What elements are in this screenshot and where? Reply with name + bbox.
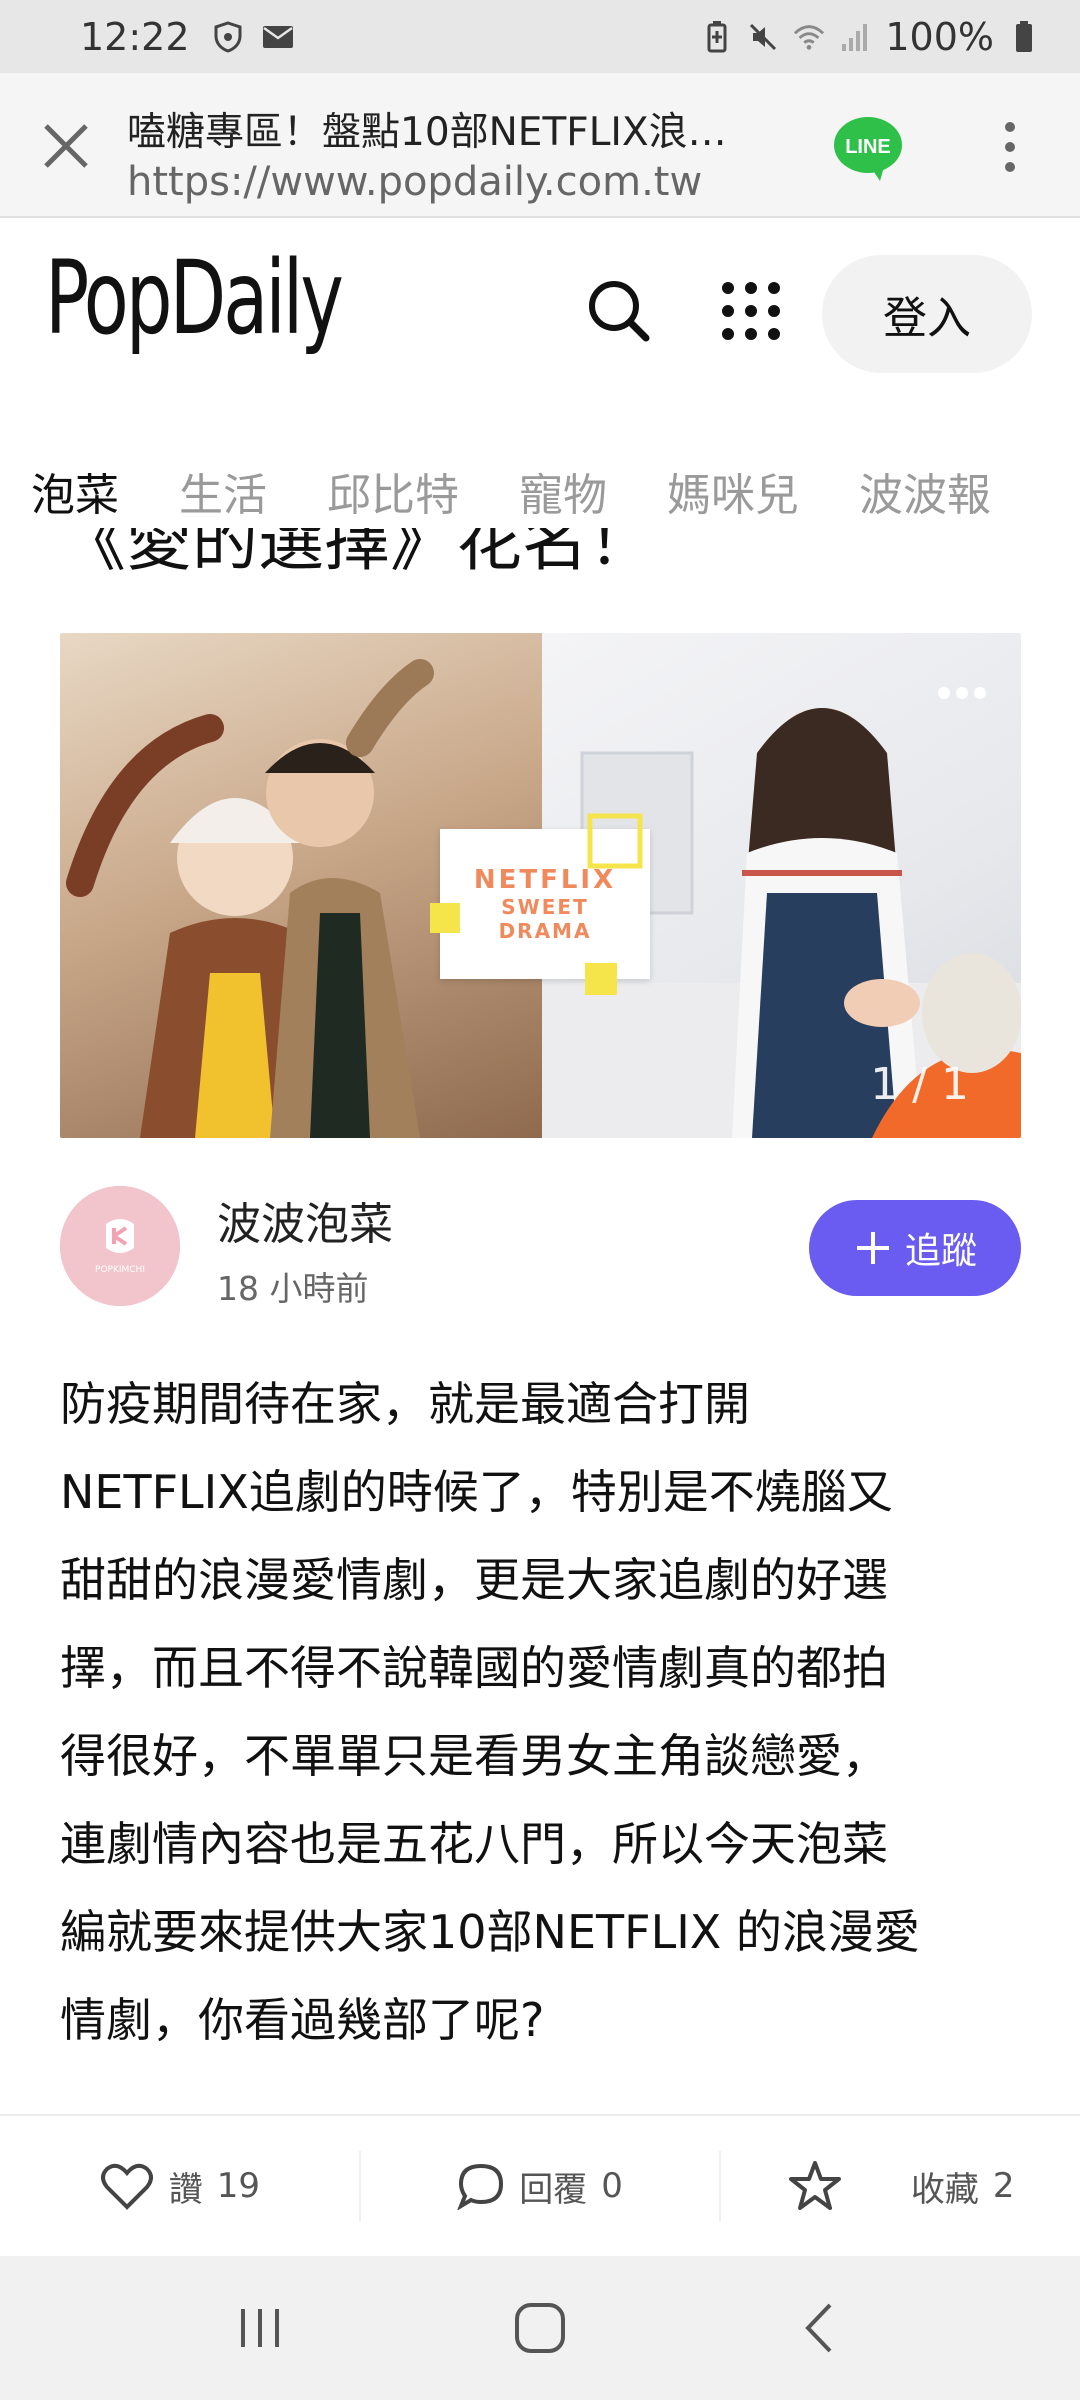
system-nav-bar [0,2256,1080,2400]
close-tab-button[interactable] [38,118,94,174]
screen: 12:22 100% 嗑糖專區！盤點10部NETFLIX浪… https://w… [0,0,1080,2400]
tab-pets[interactable]: 寵物 [519,459,607,523]
yellow-frame-decoration [587,813,643,869]
wifi-icon [793,21,825,53]
popdaily-logo[interactable]: PopDaily [45,248,344,350]
battery-saver-icon [701,20,733,53]
plus-icon [856,1232,889,1264]
status-right: 100% [701,15,1040,59]
save-label: 收藏 [910,2169,979,2210]
battery-icon [1008,20,1040,53]
grid-dots-icon [722,282,780,340]
article-line: 防疫期間待在家，就是最適合打開 [60,1377,750,1431]
article-body: 防疫期間待在家，就是最適合打開 NETFLIX追劇的時候了，特別是不燒腦又 甜甜… [60,1360,1020,2064]
image-counter: 1 / 1 [870,1059,969,1110]
home-icon [515,2303,565,2353]
save-count: 2 [992,2166,1015,2206]
follow-button[interactable]: 追蹤 [809,1200,1021,1296]
article-line: 連劇情內容也是五花八門，所以今天泡菜 [60,1817,888,1871]
shield-icon [212,20,244,53]
tab-mommy[interactable]: 媽咪兒 [667,459,799,523]
back-button[interactable] [780,2288,860,2368]
site-header: PopDaily 登入 [0,218,1080,393]
browser-page-title: 嗑糖專區！盤點10部NETFLIX浪… [127,110,727,155]
author-avatar[interactable]: POPKIMCHI [60,1186,180,1306]
reply-label: 回覆 [519,2169,588,2210]
article-line: 擇，而且不得不說韓國的愛情劇真的都拍 [60,1641,888,1695]
close-icon [44,124,88,168]
line-share-button[interactable]: LINE [832,113,904,185]
tab-kimchi[interactable]: 泡菜 [31,459,119,523]
battery-percent: 100% [885,14,994,59]
yellow-square-decoration [430,903,460,933]
svg-text:POPKIMCHI: POPKIMCHI [95,1265,145,1275]
author-name[interactable]: 波波泡菜 [217,1188,393,1252]
category-tabs: 泡菜 生活 邱比特 寵物 媽咪兒 波波報 [0,455,1080,527]
post-time: 18 小時前 [217,1269,369,1308]
status-left-icons [212,20,294,53]
more-vertical-icon [1005,122,1015,172]
tab-life[interactable]: 生活 [179,459,267,523]
browser-url[interactable]: https://www.popdaily.com.tw [127,159,787,205]
reply-count: 0 [601,2166,623,2206]
line-icon: LINE [834,117,902,181]
signal-icon [839,21,871,53]
status-time: 12:22 [80,14,190,59]
article-line: NETFLIX追劇的時候了，特別是不燒腦又 [60,1465,893,1519]
like-label: 讚 [168,2169,203,2210]
mute-icon [747,21,779,53]
comment-icon [457,2163,504,2210]
tab-cupid[interactable]: 邱比特 [327,459,459,523]
menu-grid-button[interactable] [716,276,786,346]
article-hero-image[interactable]: NETFLIX SWEET DRAMA 1 / 1 [60,633,1021,1138]
home-button[interactable] [500,2288,580,2368]
search-icon [589,281,650,342]
article-line: 情劇，你看過幾部了呢? [60,1993,545,2047]
heart-icon [100,2163,153,2210]
more-horizontal-icon [938,687,986,699]
tab-news[interactable]: 波波報 [859,459,991,523]
save-button[interactable]: 收藏 2 [719,2151,1080,2221]
back-chevron-icon [805,2303,832,2353]
article-line: 甜甜的浪漫愛情劇，更是大家追劇的好選 [60,1553,888,1607]
like-count: 19 [216,2166,260,2206]
login-button[interactable]: 登入 [822,255,1032,373]
search-button[interactable] [584,276,654,346]
svg-text:LINE: LINE [845,136,891,158]
more-options-button[interactable] [995,117,1025,177]
mail-icon [262,21,294,53]
like-button[interactable]: 讚 19 [0,2151,359,2221]
article-action-bar: 讚 19 回覆 0 收藏 2 [0,2114,1080,2256]
image-more-button[interactable] [937,685,987,699]
recent-apps-button[interactable] [220,2288,300,2368]
status-bar: 12:22 100% [0,0,1080,73]
star-icon [788,2161,841,2210]
article-line: 得很好，不單單只是看男女主角談戀愛， [60,1729,888,1783]
yellow-square-decoration [585,963,617,995]
recent-apps-icon [241,2309,279,2347]
reply-button[interactable]: 回覆 0 [358,2151,720,2221]
browser-bar: 嗑糖專區！盤點10部NETFLIX浪… https://www.popdaily… [0,73,1080,218]
article-line: 編就要來提供大家10部NETFLIX 的浪漫愛 [60,1905,920,1959]
article-title-fragment: 《愛的選擇》花名！ [60,528,654,580]
